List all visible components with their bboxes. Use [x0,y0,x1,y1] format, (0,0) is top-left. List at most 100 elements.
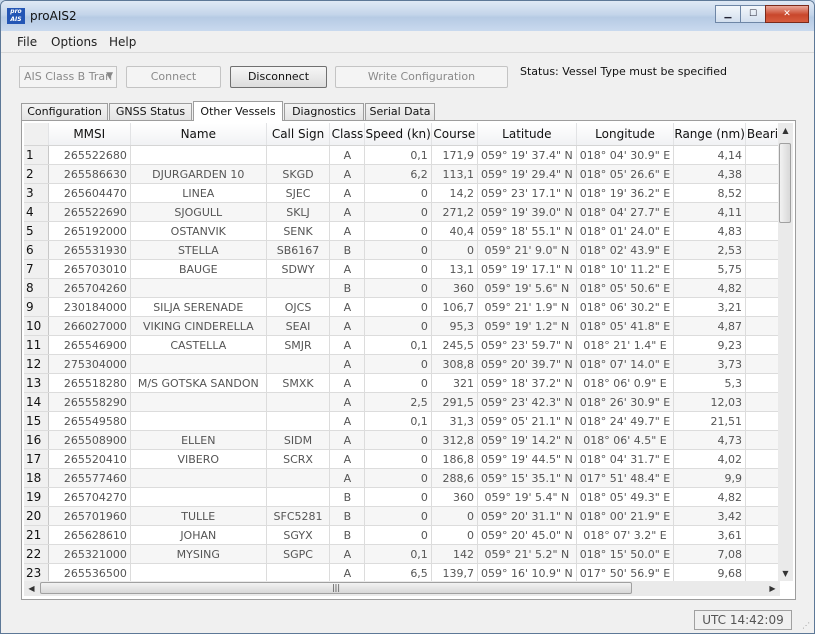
row-number: 23 [24,563,49,581]
row-number: 4 [24,202,49,222]
table-row[interactable]: 6 265531930 STELLA SB6167 B 0 0 059° 21' 9.0" N… [24,240,780,260]
menu-options[interactable]: Options [51,35,97,49]
vessel-table-viewport: MMSI Name Call Sign Class Speed (kn) Course La… [24,123,780,581]
table-row[interactable]: 18 265577460 A 0 288,6 059° 15' 35.1" N 017° 5… [24,468,780,488]
table-cell [266,145,331,165]
table-cell: 8,52 [673,183,746,203]
horizontal-scroll-thumb[interactable]: ||| [40,582,632,594]
table-cell: 265577460 [48,468,131,488]
table-cell: A [329,563,366,581]
table-row[interactable]: 1 265522680 A 0,1 171,9 059° 19' 37.4" N 018° … [24,145,780,165]
table-row[interactable]: 9 230184000 SILJA SERENADE OJCS A 0 106,7 059° … [24,297,780,317]
row-number: 11 [24,335,49,355]
table-row[interactable]: 15 265549580 A 0,1 31,3 059° 05' 21.1" N 018° … [24,411,780,431]
scroll-left-icon[interactable]: ◀ [24,581,39,596]
table-row[interactable]: 4 265522690 SJOGULL SKLJ A 0 271,2 059° 19' 39.… [24,202,780,222]
table-cell [745,411,780,431]
vertical-scroll-thumb[interactable] [779,143,791,223]
tab-gnss-status[interactable]: GNSS Status [109,103,192,120]
table-cell: 059° 20' 31.1" N [477,506,577,526]
column-header[interactable]: Latitude [477,123,577,146]
tab-other-vessels[interactable]: Other Vessels [193,101,283,121]
scroll-right-icon[interactable]: ▶ [765,581,780,596]
table-row[interactable]: 11 265546900 CASTELLA SMJR A 0,1 245,5 059° 23'… [24,335,780,355]
table-cell: SMJR [266,335,331,355]
table-cell: 0,1 [364,145,432,165]
table-cell: 059° 23' 42.3" N [477,392,577,412]
minimize-icon[interactable]: ▁ [715,5,741,23]
table-row[interactable]: 8 265704260 B 0 360 059° 19' 5.6" N 018° 05' 5… [24,278,780,298]
table-cell: 275304000 [48,354,131,374]
table-cell: 0,1 [364,411,432,431]
table-cell: 0 [364,449,432,469]
scroll-up-icon[interactable]: ▲ [778,123,793,138]
column-header[interactable] [24,123,49,146]
row-number: 21 [24,525,49,545]
column-header[interactable]: Speed (kn) [364,123,432,146]
device-type-select[interactable]: AIS Class B Tran ▼ [19,66,117,88]
table-cell: 059° 19' 39.0" N [477,202,577,222]
write-configuration-button[interactable]: Write Configuration [335,66,508,88]
row-number: 19 [24,487,49,507]
table-row[interactable]: 20 265701960 TULLE SFC5281 B 0 0 059° 20' 31.1"… [24,506,780,526]
table-cell: 360 [431,278,478,298]
menu-file[interactable]: File [17,35,37,49]
table-row[interactable]: 22 265321000 MYSING SGPC A 0,1 142 059° 21' 5.2… [24,544,780,564]
table-cell [266,278,331,298]
table-row[interactable]: 5 265192000 OSTANVIK SENK A 0 40,4 059° 18' 55.… [24,221,780,241]
table-row[interactable]: 17 265520410 VIBERO SCRX A 0 186,8 059° 19' 44.… [24,449,780,469]
close-icon[interactable]: ✕ [765,5,809,23]
row-number: 22 [24,544,49,564]
table-cell: A [329,259,366,279]
table-cell: 018° 05' 49.3" E [576,487,675,507]
table-row[interactable]: 7 265703010 BAUGE SDWY A 0 13,1 059° 19' 17.1" … [24,259,780,279]
table-cell: SENK [266,221,331,241]
title-bar[interactable]: pro AIS proAIS2 ▁ ☐ ✕ [1,1,814,31]
table-cell [130,468,267,488]
table-cell: 017° 50' 56.9" E [576,563,675,581]
table-row[interactable]: 16 265508900 ELLEN SIDM A 0 312,8 059° 19' 14.2… [24,430,780,450]
menu-help[interactable]: Help [109,35,136,49]
column-header[interactable]: MMSI [48,123,131,146]
vertical-scrollbar[interactable]: ▲ ▼ [778,123,793,581]
column-header[interactable]: Call Sign [266,123,331,146]
resize-grip-icon[interactable]: ⋰ [802,621,810,630]
column-header[interactable]: Name [130,123,267,146]
table-cell: A [329,221,366,241]
row-number: 18 [24,468,49,488]
table-row[interactable]: 10 266027000 VIKING CINDERELLA SEAI A 0 95,3 05… [24,316,780,336]
table-cell: 0 [364,487,432,507]
tab-diagnostics[interactable]: Diagnostics [284,103,364,120]
connect-button[interactable]: Connect [126,66,221,88]
table-row[interactable]: 13 265518280 M/S GOTSKA SANDON SMXK A 0 321 059… [24,373,780,393]
table-cell: 059° 19' 14.2" N [477,430,577,450]
column-header[interactable]: Class [329,123,366,146]
table-row[interactable]: 21 265628610 JOHAN SGYX B 0 0 059° 20' 45.0" N0… [24,525,780,545]
table-row[interactable]: 19 265704270 B 0 360 059° 19' 5.4" N 018° 05' … [24,487,780,507]
table-row[interactable]: 2 265586630 DJURGARDEN 10 SKGD A 6,2 113,1 059°… [24,164,780,184]
column-header[interactable]: Course [431,123,478,146]
table-cell: 018° 06' 4.5" E [576,430,675,450]
column-header[interactable]: Beari [745,123,780,146]
table-cell: 0 [364,468,432,488]
scroll-down-icon[interactable]: ▼ [778,566,793,581]
table-cell: 40,4 [431,221,478,241]
column-header[interactable]: Range (nm) [673,123,746,146]
table-row[interactable]: 23 265536500 A 6,5 139,7 059° 16' 10.9" N 017°… [24,563,780,581]
table-row[interactable]: 3 265604470 LINEA SJEC A 0 14,2 059° 23' 17.1" … [24,183,780,203]
table-cell: 0 [364,221,432,241]
tab-serial-data[interactable]: Serial Data [365,103,435,120]
table-cell: 059° 20' 39.7" N [477,354,577,374]
tab-configuration[interactable]: Configuration [21,103,108,120]
column-header[interactable]: Longitude [576,123,675,146]
horizontal-scrollbar[interactable]: ◀ ||| ▶ [24,581,780,596]
table-cell: 059° 19' 5.6" N [477,278,577,298]
table-row[interactable]: 14 265558290 A 2,5 291,5 059° 23' 42.3" N 018°… [24,392,780,412]
table-cell: 14,2 [431,183,478,203]
table-cell: 9,9 [673,468,746,488]
table-cell: 018° 26' 30.9" E [576,392,675,412]
table-cell: TULLE [130,506,267,526]
table-row[interactable]: 12 275304000 A 0 308,8 059° 20' 39.7" N 018° 0… [24,354,780,374]
maximize-icon[interactable]: ☐ [740,5,766,23]
disconnect-button[interactable]: Disconnect [230,66,327,88]
